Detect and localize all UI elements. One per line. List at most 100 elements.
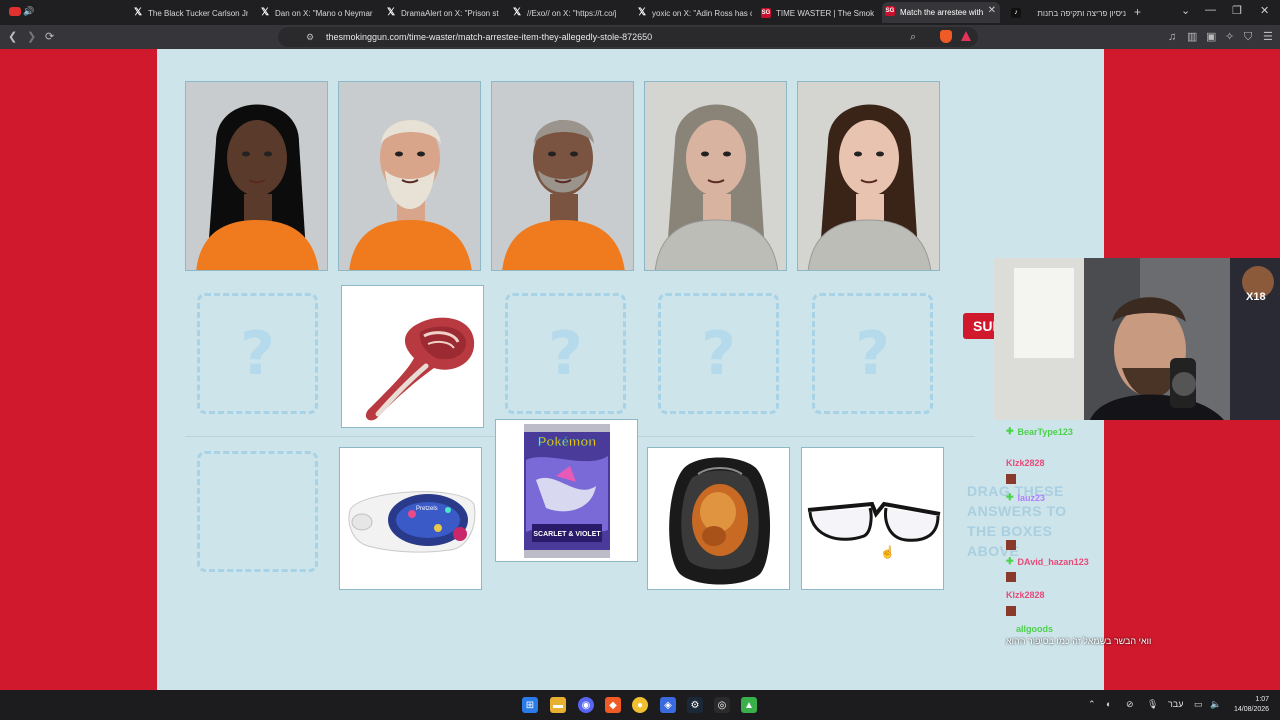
answer-slot-5[interactable]: ? — [812, 293, 933, 414]
brave-rewards-icon[interactable] — [961, 31, 971, 41]
item-pretzel-tin[interactable]: Pretzels — [339, 447, 482, 590]
emote-icon — [1006, 540, 1016, 550]
discord-icon[interactable]: ◉ — [578, 697, 594, 713]
x-icon: 𝕏 — [512, 7, 522, 18]
speaker-icon[interactable]: 🔊 — [23, 6, 34, 17]
app-icon-3[interactable]: ▲ — [741, 697, 757, 713]
chat-line-1: ✚ BearType123 — [1006, 426, 1073, 437]
clock[interactable]: 1:07 14/08/2026 — [1234, 695, 1269, 715]
tab-list-chevron-icon[interactable]: ⌄ — [1181, 4, 1190, 17]
chat-line-4: ✚ DAvid_hazan123 — [1006, 556, 1089, 567]
zoom-icon[interactable]: ⌕ — [910, 30, 916, 44]
answer-slot-3[interactable]: ? — [505, 293, 626, 414]
rotisserie-chicken-image — [669, 457, 771, 585]
app-icon[interactable]: ● — [632, 697, 648, 713]
media-icon[interactable]: ♫ — [1168, 30, 1176, 44]
tab-1[interactable]: 𝕏 The Black Tucker Carlson Jr — [130, 4, 248, 22]
site-info-icon[interactable]: ⚙ — [306, 30, 314, 44]
menu-icon[interactable]: ☰ — [1263, 30, 1273, 44]
new-tab-icon[interactable]: + — [1134, 5, 1141, 19]
mugshot-woman-black-hair-image — [186, 82, 327, 270]
obs-icon[interactable]: ◎ — [714, 697, 730, 713]
tab-4[interactable]: 𝕏 //Exo// on X: "https://t.co/j — [509, 4, 627, 22]
url-text[interactable]: thesmokinggun.com/time-waster/match-arre… — [326, 32, 652, 42]
brave-icon[interactable]: ◆ — [605, 697, 621, 713]
youtube-icon[interactable] — [9, 7, 21, 16]
reload-icon[interactable]: ⟳ — [45, 30, 54, 44]
vpn-icon[interactable]: ⛉ — [1244, 30, 1252, 44]
sidebar-icon[interactable]: ▥ — [1187, 30, 1197, 44]
tab-2[interactable]: 𝕏 Dan on X: "Mano o Neymar — [257, 4, 375, 22]
network-icon[interactable]: ▭ — [1194, 699, 1203, 710]
mugshot-man-long-grey-hair-image — [645, 82, 786, 270]
diamond-badge-icon: ✚ — [1006, 492, 1014, 502]
tray-app-icon[interactable]: ◐ — [1106, 699, 1111, 709]
question-mark: ? — [855, 318, 890, 389]
tray-app-icon-2[interactable]: ⊘ — [1126, 699, 1134, 710]
mugshot-woman-brown-hair-image — [798, 82, 939, 270]
item-eyeglasses[interactable] — [801, 447, 944, 590]
chat-line-6: allgoods — [1016, 624, 1054, 634]
empty-bank-slot — [197, 451, 318, 572]
tab-3[interactable]: 𝕏 DramaAlert on X: "Prison st — [383, 4, 501, 22]
placed-item-steak[interactable] — [341, 285, 484, 428]
item-rotisserie-chicken[interactable] — [647, 447, 790, 590]
emote-icon — [1006, 606, 1016, 616]
x-icon: 𝕏 — [637, 7, 647, 18]
pretzel-tin-image: Pretzels — [348, 491, 476, 553]
close-tab-icon[interactable]: ✕ — [988, 5, 996, 16]
question-mark: ? — [548, 318, 583, 389]
webcam-overlay: X18 — [994, 258, 1280, 420]
forward-icon[interactable]: ❯ — [27, 30, 36, 44]
mugshot-2 — [338, 81, 481, 271]
volume-icon[interactable]: 🔈 — [1210, 699, 1221, 710]
emote-icon — [1006, 572, 1016, 582]
streamer-webcam-image: X18 — [994, 258, 1280, 420]
pokemon-set-text: SCARLET & VIOLET — [533, 531, 601, 538]
minimize-icon[interactable]: — — [1205, 4, 1216, 16]
mugshot-4 — [644, 81, 787, 271]
mugshot-3 — [491, 81, 634, 271]
pokemon-pack-image: Pokémon SCARLET & VIOLET — [524, 424, 610, 558]
mugshot-man-white-beard-image — [339, 82, 480, 270]
tray-chevron-icon[interactable]: ⌃ — [1088, 699, 1096, 710]
brave-shield-icon[interactable] — [940, 30, 952, 43]
wallet-icon[interactable]: ▣ — [1206, 30, 1216, 44]
question-mark: ? — [701, 318, 736, 389]
close-window-icon[interactable]: ✕ — [1260, 4, 1269, 17]
webcam-badge: X18 — [1246, 291, 1266, 303]
chat-line-5: Klzk2828 — [1006, 590, 1045, 600]
back-icon[interactable]: ❮ — [8, 30, 17, 44]
file-explorer-icon[interactable]: ▬ — [550, 697, 566, 713]
answer-slot-4[interactable]: ? — [658, 293, 779, 414]
chat-message: וואי הבשר בשמאל זה כמו בסיפור ההוא — [1006, 636, 1152, 646]
mugshot-1 — [185, 81, 328, 271]
chat-line-3: ✚ lauz23 — [1006, 492, 1046, 503]
leo-ai-icon[interactable]: ✧ — [1225, 30, 1234, 44]
address-bar[interactable]: ⚙ thesmokinggun.com/time-waster/match-ar… — [278, 27, 978, 47]
language-indicator[interactable]: עבר — [1168, 699, 1183, 709]
answer-slot-1[interactable]: ? — [197, 293, 318, 414]
tab-6[interactable]: SG TIME WASTER | The Smoking — [758, 4, 874, 22]
emote-icon — [1006, 474, 1016, 484]
browser-toolbar: ❮ ❯ ⟳ ⚐ ⚙ thesmokinggun.com/time-waster/… — [0, 25, 1280, 49]
tab-5[interactable]: 𝕏 yoxic on X: "Adin Ross has c — [634, 4, 752, 22]
steam-icon[interactable]: ⚙ — [687, 697, 703, 713]
stream-chat-overlay: ✚ BearType123 Klzk2828 ✚ lauz23 ✚ DAvid_… — [1000, 424, 1270, 654]
tab-active[interactable]: SG Match the arrestee with ✕ — [882, 2, 1000, 23]
game-board: ? ? ? ? SUB Pretzels Pokémon SCARLET & V… — [157, 49, 1104, 690]
tomahawk-steak-image — [365, 317, 475, 421]
pokemon-logo-text: Pokémon — [538, 434, 597, 449]
tab-8[interactable]: ♪ ניסיון פריצה ותקיפה בחנות — [1008, 4, 1126, 22]
start-icon[interactable]: ⊞ — [522, 697, 538, 713]
hand-cursor-icon: ☝ — [880, 545, 895, 559]
diamond-badge-icon: ✚ — [1006, 556, 1014, 566]
question-mark: ? — [240, 318, 275, 389]
smokinggun-icon: SG — [761, 8, 771, 18]
item-pokemon-pack[interactable]: Pokémon SCARLET & VIOLET — [495, 419, 638, 562]
maximize-icon[interactable]: ❐ — [1232, 4, 1242, 17]
diamond-badge-icon: ✚ — [1006, 426, 1014, 436]
smokinggun-icon: SG — [885, 6, 895, 16]
app-icon-2[interactable]: ◈ — [660, 697, 676, 713]
microphone-icon[interactable]: 🎙 — [1147, 699, 1158, 710]
